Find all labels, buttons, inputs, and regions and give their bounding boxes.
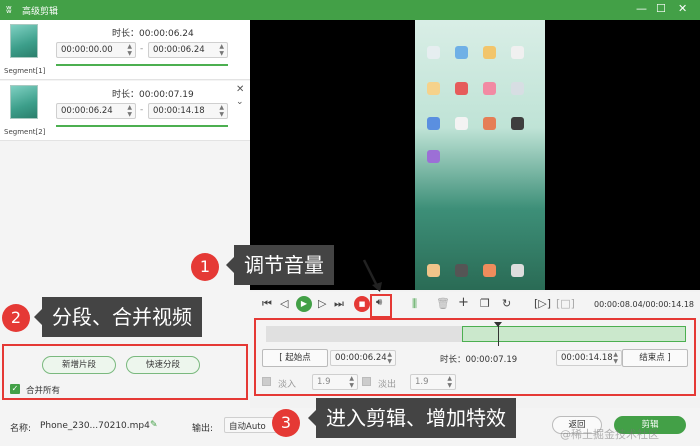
range-dash: - (140, 105, 144, 115)
file-name: Phone_230...70210.mp4 (40, 421, 150, 431)
segment-start-input[interactable]: 00:00:06.24 ▲ ▼ (56, 103, 136, 119)
app-logo-icon: ʬ (6, 3, 12, 16)
prev-frame-icon[interactable]: ◁ (280, 297, 288, 310)
output-select[interactable]: 自动Auto (224, 417, 278, 433)
segment-duration: 时长：00:00:07.19 (112, 90, 194, 100)
annotation-badge-1: 1 (191, 253, 219, 281)
rename-pencil-icon[interactable]: ✎ (150, 420, 158, 430)
annotation-callout-1: 调节音量 (226, 245, 334, 285)
go-start-icon[interactable]: ⏮ (262, 297, 272, 311)
copy-icon[interactable]: ❐ (480, 297, 490, 310)
segment-item[interactable]: Segment[2] 时长：00:00:07.19 ✕ ⌄ 00:00:06.2… (0, 81, 250, 141)
output-label: 输出: (192, 424, 214, 434)
watermark: @稀土掘金技术社区 (560, 428, 659, 441)
mark-out-icon[interactable]: [□] (556, 297, 575, 310)
split-icon[interactable]: ⫼ (412, 297, 417, 311)
title-bar: ʬ 高级剪辑 — ☐ ✕ (0, 0, 700, 20)
annotation-callout-3: 进入剪辑、增加特效 (308, 398, 516, 438)
annotation-box-segments (2, 344, 248, 400)
delete-icon[interactable]: 🗑︎ (436, 297, 450, 310)
segment-item[interactable]: Segment[1] 时长：00:00:06.24 00:00:00.00 ▲ ▼ … (0, 20, 250, 80)
segment-thumbnail (10, 85, 38, 119)
mark-in-icon[interactable]: [▷] (534, 297, 551, 310)
player-time: 00:00:08.04/00:00:14.18 (594, 300, 694, 309)
annotation-callout-2: 分段、合并视频 (34, 297, 202, 337)
range-dash: - (140, 44, 144, 54)
segment-collapse-icon[interactable]: ⌄ (236, 97, 244, 107)
preview-frame (415, 20, 545, 290)
stop-button[interactable]: ■ (354, 296, 370, 312)
annotation-badge-3: 3 (272, 409, 300, 437)
play-button[interactable]: ▶ (296, 296, 312, 312)
segment-end-input[interactable]: 00:00:06.24 ▲ ▼ (148, 42, 228, 58)
annotation-arrow-icon (362, 259, 382, 292)
next-frame-icon[interactable]: ▷ (318, 297, 326, 310)
segment-progress (56, 125, 228, 127)
segment-duration: 时长：00:00:06.24 (112, 29, 194, 39)
segment-close-icon[interactable]: ✕ (236, 84, 244, 95)
window-title: 高级剪辑 (22, 7, 59, 17)
name-label: 名称: (10, 424, 32, 434)
segment-label: Segment[2] (4, 128, 46, 136)
segment-end-input[interactable]: 00:00:14.18 ▲ ▼ (148, 103, 228, 119)
annotation-box-edit (254, 318, 696, 396)
annotation-box-volume (370, 294, 392, 318)
annotation-badge-2: 2 (2, 304, 30, 332)
segment-thumbnail (10, 24, 38, 58)
segment-progress (56, 64, 228, 66)
minimize-button[interactable]: — (636, 2, 647, 15)
reset-icon[interactable]: ↻ (502, 297, 511, 310)
go-end-icon[interactable]: ⏭ (334, 297, 344, 311)
segment-start-input[interactable]: 00:00:00.00 ▲ ▼ (56, 42, 136, 58)
maximize-button[interactable]: ☐ (656, 2, 666, 15)
player-toolbar: ⏮ ◁ ▶ ▷ ⏭ ■ 🔊︎ ⫼ 🗑︎ + ❐ ↻ [▷] [□] 00:00:… (250, 292, 700, 316)
segment-label: Segment[1] (4, 67, 46, 75)
close-button[interactable]: ✕ (678, 2, 687, 15)
add-icon[interactable]: + (458, 295, 469, 310)
